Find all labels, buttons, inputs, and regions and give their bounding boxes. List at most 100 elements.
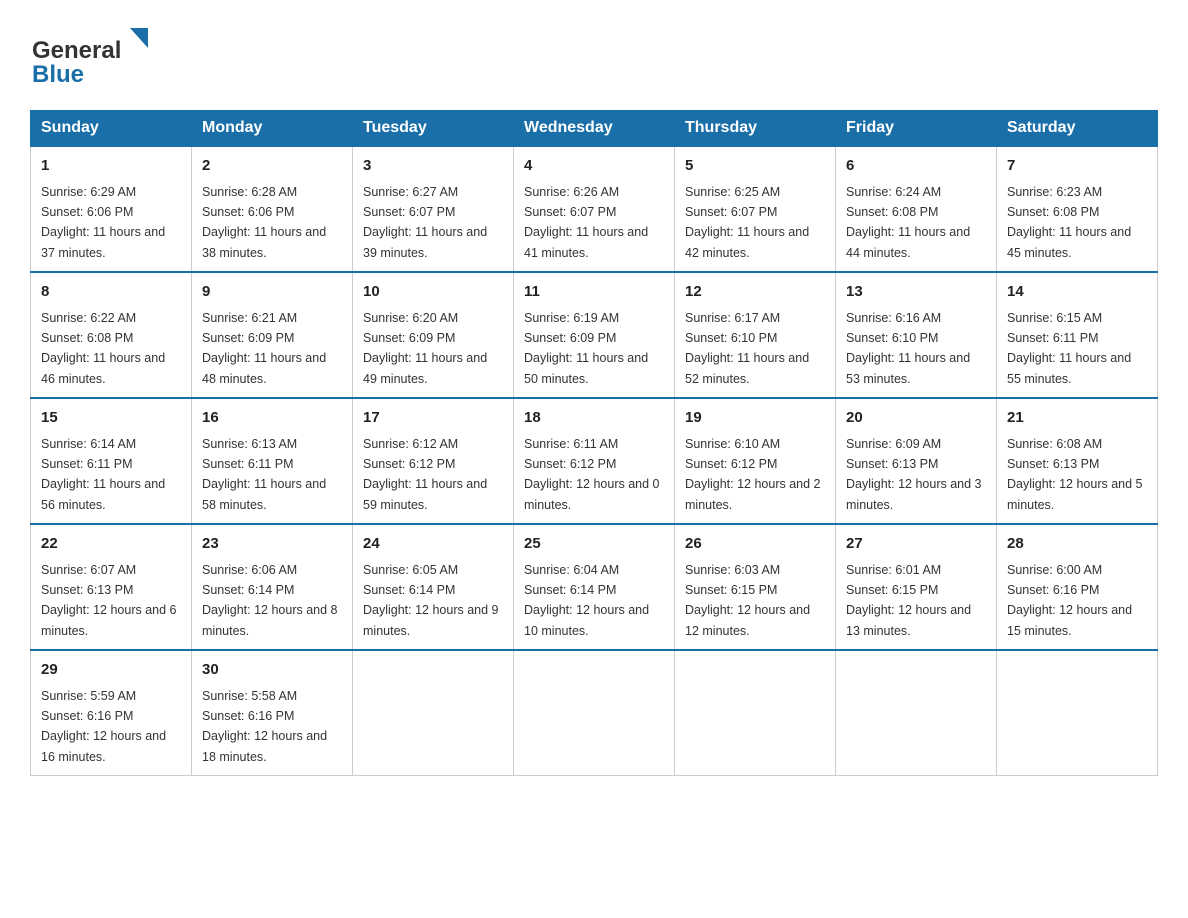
logo-area: General Blue bbox=[30, 20, 160, 90]
calendar-day-cell: 3 Sunrise: 6:27 AMSunset: 6:07 PMDayligh… bbox=[353, 146, 514, 272]
day-info: Sunrise: 6:09 AMSunset: 6:13 PMDaylight:… bbox=[846, 437, 982, 512]
calendar-day-cell: 28 Sunrise: 6:00 AMSunset: 6:16 PMDaylig… bbox=[997, 524, 1158, 650]
day-info: Sunrise: 6:16 AMSunset: 6:10 PMDaylight:… bbox=[846, 311, 970, 386]
calendar-day-cell: 21 Sunrise: 6:08 AMSunset: 6:13 PMDaylig… bbox=[997, 398, 1158, 524]
day-info: Sunrise: 6:01 AMSunset: 6:15 PMDaylight:… bbox=[846, 563, 971, 638]
day-info: Sunrise: 6:11 AMSunset: 6:12 PMDaylight:… bbox=[524, 437, 660, 512]
calendar-week-row: 22 Sunrise: 6:07 AMSunset: 6:13 PMDaylig… bbox=[31, 524, 1158, 650]
day-info: Sunrise: 6:14 AMSunset: 6:11 PMDaylight:… bbox=[41, 437, 165, 512]
day-info: Sunrise: 6:15 AMSunset: 6:11 PMDaylight:… bbox=[1007, 311, 1131, 386]
day-number: 3 bbox=[363, 155, 503, 178]
day-of-week-header: Saturday bbox=[997, 111, 1158, 147]
day-info: Sunrise: 5:59 AMSunset: 6:16 PMDaylight:… bbox=[41, 689, 166, 764]
calendar-body: 1 Sunrise: 6:29 AMSunset: 6:06 PMDayligh… bbox=[31, 146, 1158, 776]
calendar-table: SundayMondayTuesdayWednesdayThursdayFrid… bbox=[30, 110, 1158, 776]
calendar-day-cell: 9 Sunrise: 6:21 AMSunset: 6:09 PMDayligh… bbox=[192, 272, 353, 398]
day-of-week-header: Monday bbox=[192, 111, 353, 147]
calendar-day-cell: 2 Sunrise: 6:28 AMSunset: 6:06 PMDayligh… bbox=[192, 146, 353, 272]
day-of-week-header: Thursday bbox=[675, 111, 836, 147]
calendar-day-cell: 27 Sunrise: 6:01 AMSunset: 6:15 PMDaylig… bbox=[836, 524, 997, 650]
day-info: Sunrise: 6:23 AMSunset: 6:08 PMDaylight:… bbox=[1007, 185, 1131, 260]
day-info: Sunrise: 6:00 AMSunset: 6:16 PMDaylight:… bbox=[1007, 563, 1132, 638]
calendar-day-cell: 17 Sunrise: 6:12 AMSunset: 6:12 PMDaylig… bbox=[353, 398, 514, 524]
calendar-day-cell: 11 Sunrise: 6:19 AMSunset: 6:09 PMDaylig… bbox=[514, 272, 675, 398]
day-info: Sunrise: 6:25 AMSunset: 6:07 PMDaylight:… bbox=[685, 185, 809, 260]
day-info: Sunrise: 6:26 AMSunset: 6:07 PMDaylight:… bbox=[524, 185, 648, 260]
calendar-week-row: 15 Sunrise: 6:14 AMSunset: 6:11 PMDaylig… bbox=[31, 398, 1158, 524]
calendar-day-cell: 12 Sunrise: 6:17 AMSunset: 6:10 PMDaylig… bbox=[675, 272, 836, 398]
calendar-day-cell: 8 Sunrise: 6:22 AMSunset: 6:08 PMDayligh… bbox=[31, 272, 192, 398]
calendar-day-cell: 19 Sunrise: 6:10 AMSunset: 6:12 PMDaylig… bbox=[675, 398, 836, 524]
calendar-day-cell: 29 Sunrise: 5:59 AMSunset: 6:16 PMDaylig… bbox=[31, 650, 192, 776]
calendar-day-cell: 16 Sunrise: 6:13 AMSunset: 6:11 PMDaylig… bbox=[192, 398, 353, 524]
day-info: Sunrise: 5:58 AMSunset: 6:16 PMDaylight:… bbox=[202, 689, 327, 764]
calendar-day-cell bbox=[353, 650, 514, 776]
day-number: 15 bbox=[41, 407, 181, 430]
day-info: Sunrise: 6:10 AMSunset: 6:12 PMDaylight:… bbox=[685, 437, 821, 512]
day-number: 2 bbox=[202, 155, 342, 178]
calendar-day-cell: 30 Sunrise: 5:58 AMSunset: 6:16 PMDaylig… bbox=[192, 650, 353, 776]
day-number: 26 bbox=[685, 533, 825, 556]
day-of-week-header: Sunday bbox=[31, 111, 192, 147]
calendar-day-cell: 26 Sunrise: 6:03 AMSunset: 6:15 PMDaylig… bbox=[675, 524, 836, 650]
calendar-day-cell: 7 Sunrise: 6:23 AMSunset: 6:08 PMDayligh… bbox=[997, 146, 1158, 272]
day-number: 8 bbox=[41, 281, 181, 304]
logo-svg: General Blue bbox=[30, 20, 160, 90]
day-info: Sunrise: 6:05 AMSunset: 6:14 PMDaylight:… bbox=[363, 563, 499, 638]
day-number: 4 bbox=[524, 155, 664, 178]
day-number: 1 bbox=[41, 155, 181, 178]
calendar-day-cell: 5 Sunrise: 6:25 AMSunset: 6:07 PMDayligh… bbox=[675, 146, 836, 272]
day-number: 13 bbox=[846, 281, 986, 304]
day-info: Sunrise: 6:12 AMSunset: 6:12 PMDaylight:… bbox=[363, 437, 487, 512]
day-number: 10 bbox=[363, 281, 503, 304]
day-number: 30 bbox=[202, 659, 342, 682]
day-number: 6 bbox=[846, 155, 986, 178]
calendar-header: SundayMondayTuesdayWednesdayThursdayFrid… bbox=[31, 111, 1158, 147]
calendar-day-cell: 18 Sunrise: 6:11 AMSunset: 6:12 PMDaylig… bbox=[514, 398, 675, 524]
day-of-week-header: Tuesday bbox=[353, 111, 514, 147]
calendar-day-cell: 4 Sunrise: 6:26 AMSunset: 6:07 PMDayligh… bbox=[514, 146, 675, 272]
calendar-day-cell: 10 Sunrise: 6:20 AMSunset: 6:09 PMDaylig… bbox=[353, 272, 514, 398]
calendar-day-cell: 15 Sunrise: 6:14 AMSunset: 6:11 PMDaylig… bbox=[31, 398, 192, 524]
day-info: Sunrise: 6:24 AMSunset: 6:08 PMDaylight:… bbox=[846, 185, 970, 260]
day-info: Sunrise: 6:08 AMSunset: 6:13 PMDaylight:… bbox=[1007, 437, 1143, 512]
calendar-week-row: 8 Sunrise: 6:22 AMSunset: 6:08 PMDayligh… bbox=[31, 272, 1158, 398]
day-number: 27 bbox=[846, 533, 986, 556]
day-number: 5 bbox=[685, 155, 825, 178]
day-info: Sunrise: 6:21 AMSunset: 6:09 PMDaylight:… bbox=[202, 311, 326, 386]
calendar-day-cell: 23 Sunrise: 6:06 AMSunset: 6:14 PMDaylig… bbox=[192, 524, 353, 650]
calendar-day-cell: 20 Sunrise: 6:09 AMSunset: 6:13 PMDaylig… bbox=[836, 398, 997, 524]
calendar-day-cell: 1 Sunrise: 6:29 AMSunset: 6:06 PMDayligh… bbox=[31, 146, 192, 272]
day-info: Sunrise: 6:28 AMSunset: 6:06 PMDaylight:… bbox=[202, 185, 326, 260]
day-number: 19 bbox=[685, 407, 825, 430]
calendar-day-cell bbox=[675, 650, 836, 776]
day-number: 17 bbox=[363, 407, 503, 430]
page-header: General Blue bbox=[30, 20, 1158, 90]
day-info: Sunrise: 6:29 AMSunset: 6:06 PMDaylight:… bbox=[41, 185, 165, 260]
day-number: 29 bbox=[41, 659, 181, 682]
day-number: 20 bbox=[846, 407, 986, 430]
day-info: Sunrise: 6:20 AMSunset: 6:09 PMDaylight:… bbox=[363, 311, 487, 386]
svg-text:Blue: Blue bbox=[32, 61, 84, 88]
days-of-week-row: SundayMondayTuesdayWednesdayThursdayFrid… bbox=[31, 111, 1158, 147]
day-number: 25 bbox=[524, 533, 664, 556]
day-number: 18 bbox=[524, 407, 664, 430]
calendar-day-cell: 13 Sunrise: 6:16 AMSunset: 6:10 PMDaylig… bbox=[836, 272, 997, 398]
day-info: Sunrise: 6:27 AMSunset: 6:07 PMDaylight:… bbox=[363, 185, 487, 260]
day-info: Sunrise: 6:07 AMSunset: 6:13 PMDaylight:… bbox=[41, 563, 177, 638]
calendar-day-cell: 14 Sunrise: 6:15 AMSunset: 6:11 PMDaylig… bbox=[997, 272, 1158, 398]
day-number: 14 bbox=[1007, 281, 1147, 304]
day-info: Sunrise: 6:13 AMSunset: 6:11 PMDaylight:… bbox=[202, 437, 326, 512]
day-of-week-header: Wednesday bbox=[514, 111, 675, 147]
calendar-week-row: 29 Sunrise: 5:59 AMSunset: 6:16 PMDaylig… bbox=[31, 650, 1158, 776]
calendar-week-row: 1 Sunrise: 6:29 AMSunset: 6:06 PMDayligh… bbox=[31, 146, 1158, 272]
day-info: Sunrise: 6:04 AMSunset: 6:14 PMDaylight:… bbox=[524, 563, 649, 638]
calendar-day-cell bbox=[836, 650, 997, 776]
day-number: 22 bbox=[41, 533, 181, 556]
day-info: Sunrise: 6:22 AMSunset: 6:08 PMDaylight:… bbox=[41, 311, 165, 386]
day-number: 24 bbox=[363, 533, 503, 556]
day-info: Sunrise: 6:06 AMSunset: 6:14 PMDaylight:… bbox=[202, 563, 338, 638]
day-number: 21 bbox=[1007, 407, 1147, 430]
calendar-day-cell bbox=[514, 650, 675, 776]
calendar-day-cell bbox=[997, 650, 1158, 776]
